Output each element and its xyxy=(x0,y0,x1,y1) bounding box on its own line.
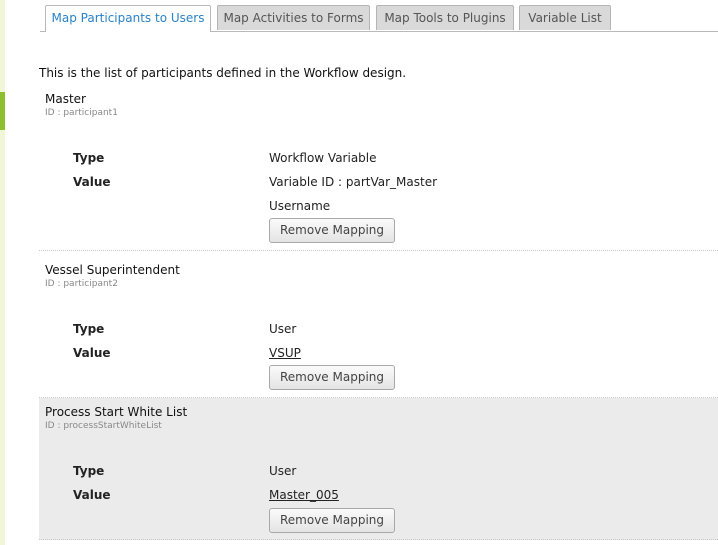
participant-id: ID : processStartWhiteList xyxy=(45,421,162,431)
tab-map-participants[interactable]: Map Participants to Users xyxy=(45,5,211,32)
participant-name: Master xyxy=(45,92,86,106)
participant-section-process-start-white-list: Process Start White List ID : processSta… xyxy=(39,398,718,540)
value-label: Value xyxy=(73,488,111,502)
tab-variable-list[interactable]: Variable List xyxy=(519,5,611,30)
type-value: User xyxy=(269,464,297,478)
tab-map-activities[interactable]: Map Activities to Forms xyxy=(217,5,370,30)
remove-mapping-button[interactable]: Remove Mapping xyxy=(269,365,395,390)
participant-section-vessel-superintendent: Vessel Superintendent ID : participant2 … xyxy=(39,259,718,398)
participant-id: ID : participant2 xyxy=(45,279,118,289)
type-value: Workflow Variable xyxy=(269,151,377,165)
variable-id-value: Variable ID : partVar_Master xyxy=(269,175,438,189)
type-value: User xyxy=(269,322,297,336)
intro-text: This is the list of participants defined… xyxy=(39,66,407,80)
tab-bar: Map Participants to Users Map Activities… xyxy=(40,5,718,32)
tab-map-tools[interactable]: Map Tools to Plugins xyxy=(376,5,514,30)
participant-section-master: Master ID : participant1 Type Workflow V… xyxy=(39,88,718,251)
remove-mapping-button[interactable]: Remove Mapping xyxy=(269,508,395,533)
user-link-master-005[interactable]: Master_005 xyxy=(269,488,339,502)
type-label: Type xyxy=(73,322,105,336)
username-text: Username xyxy=(269,199,331,213)
type-label: Type xyxy=(73,151,105,165)
value-label: Value xyxy=(73,346,111,360)
left-edge-bar xyxy=(0,0,5,545)
user-link-vsup[interactable]: VSUP xyxy=(269,346,301,360)
type-label: Type xyxy=(73,464,105,478)
value-label: Value xyxy=(73,175,111,189)
participant-name: Process Start White List xyxy=(45,405,188,419)
remove-mapping-button[interactable]: Remove Mapping xyxy=(269,218,395,243)
participant-id: ID : participant1 xyxy=(45,108,118,118)
participant-name: Vessel Superintendent xyxy=(45,263,180,277)
left-edge-accent xyxy=(0,92,5,130)
